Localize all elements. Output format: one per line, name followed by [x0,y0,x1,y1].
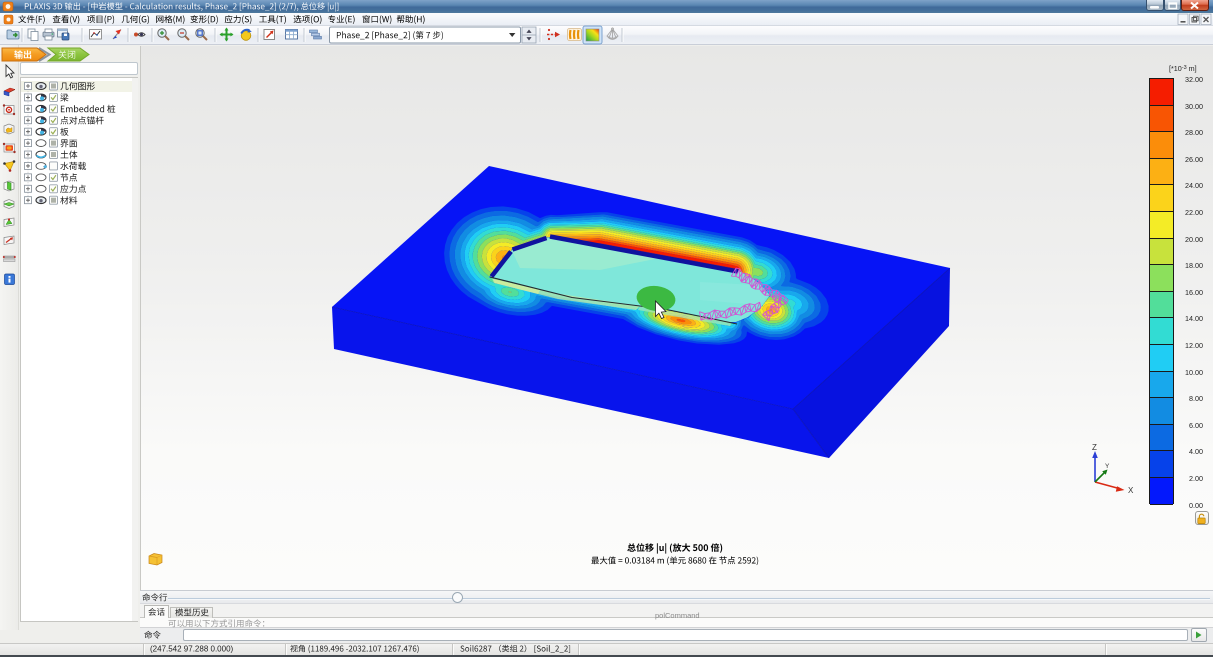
svg-text:(247.542 97.288 0.000): (247.542 97.288 0.000) [150,645,234,654]
svg-text:polCommand: polCommand [655,611,700,620]
